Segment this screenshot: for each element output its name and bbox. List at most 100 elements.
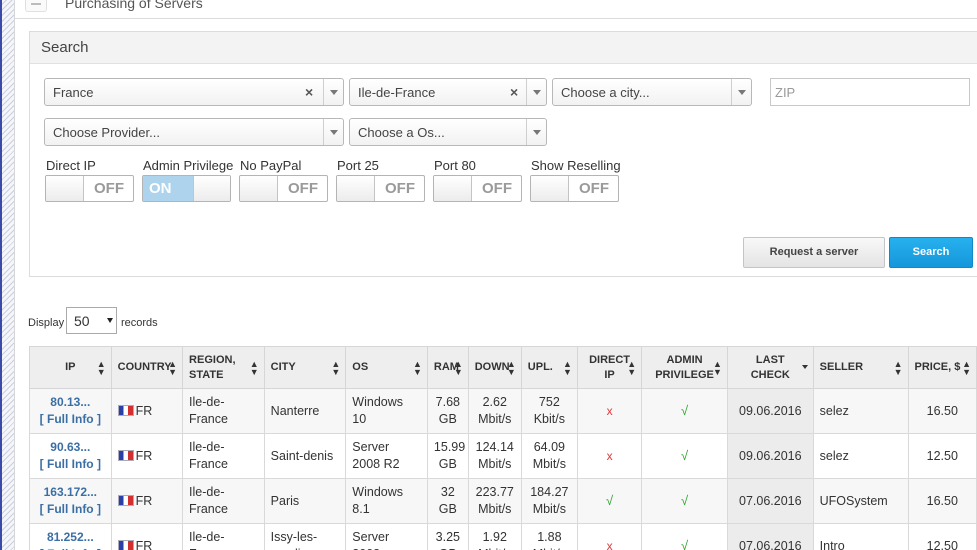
france-flag-icon	[117, 404, 134, 416]
seller-cell: Intro	[812, 523, 909, 550]
region-cell: Ile-de-France	[182, 523, 265, 550]
window-left-border	[0, 0, 2, 550]
sort-icon: ▲ ▼	[96, 358, 106, 377]
region-cell: Ile-de-France	[182, 388, 265, 434]
column-header-region[interactable]: REGION, STATE ▲ ▼	[182, 346, 265, 389]
column-header-admin-privilege[interactable]: ADMIN PRIVILEGE ▲ ▼	[641, 346, 728, 389]
records-count-select[interactable]: 50	[66, 307, 117, 334]
column-header-price[interactable]: PRICE, $ ▲ ▼	[907, 346, 977, 389]
check-icon: √	[680, 448, 689, 463]
ip-link[interactable]: 90.63...	[36, 439, 105, 456]
table-row: 80.13...[ Full Info ] FR Ile-de- France Nant…	[29, 388, 977, 434]
os-placeholder: Choose a Os...	[358, 125, 445, 140]
column-header-city[interactable]: CITY ▲ ▼	[263, 346, 347, 389]
no-paypal-label: No PayPal	[240, 158, 302, 173]
chevron-down-icon[interactable]	[323, 119, 343, 145]
city-select[interactable]: Choose a city...	[552, 78, 752, 106]
clear-country-icon[interactable]: ×	[305, 84, 313, 100]
down-cell: 124.14 Mbit/s	[467, 433, 522, 479]
price-cell: 12.50	[907, 523, 977, 550]
seller-cell: selez	[812, 388, 909, 434]
full-info-link[interactable]: [ Full Info ]	[36, 546, 105, 550]
column-header-ram[interactable]: RAM ▲ ▼	[426, 346, 469, 389]
check-icon: √	[680, 493, 689, 508]
toggle-state: OFF	[579, 180, 609, 197]
column-header-direct-ip[interactable]: DIRECT IP ▲ ▼	[576, 346, 643, 389]
port-25-toggle[interactable]: OFF	[336, 175, 425, 202]
direct-ip-toggle[interactable]: OFF	[45, 175, 134, 202]
down-cell: 223.77 Mbit/s	[467, 478, 522, 524]
ip-link[interactable]: 81.252...	[36, 529, 105, 546]
ram-cell: 15.99 GB	[426, 433, 469, 479]
column-header-upload[interactable]: UPL. ▲ ▼	[520, 346, 578, 389]
seller-cell: selez	[812, 433, 909, 479]
column-header-country[interactable]: COUNTRY ▲ ▼	[110, 346, 184, 389]
column-header-os[interactable]: OS ▲ ▼	[345, 346, 428, 389]
provider-select[interactable]: Choose Provider...	[44, 118, 344, 146]
chevron-down-icon[interactable]	[731, 79, 751, 105]
sort-icon: ▲ ▼	[627, 358, 637, 377]
servers-table: IP ▲ ▼ COUNTRY ▲ ▼ REGION, STATE ▲ ▼ CITY ▲ ▼ OS ▲…	[29, 346, 977, 550]
cross-icon: x	[606, 448, 613, 463]
table-row: 163.172...[ Full Info ] FR Ile-de- France Pa…	[29, 478, 977, 524]
region-cell: Ile-de-France	[182, 478, 265, 524]
city-cell: Issy-les-moulineaux	[263, 523, 347, 550]
chevron-down-icon[interactable]	[526, 119, 546, 145]
sort-icon: ▲ ▼	[713, 358, 722, 377]
show-reselling-toggle[interactable]: OFF	[530, 175, 619, 202]
records-count-value: 50	[74, 313, 90, 329]
ram-cell: 7.68 GB	[426, 388, 469, 434]
os-select[interactable]: Choose a Os...	[349, 118, 547, 146]
search-button[interactable]: Search	[889, 237, 973, 268]
sort-icon: ▲ ▼	[249, 358, 259, 377]
admin-privilege-toggle[interactable]: ON	[142, 175, 231, 202]
column-header-seller[interactable]: SELLER ▲ ▼	[812, 346, 909, 389]
ip-cell: 163.172...[ Full Info ]	[29, 478, 112, 524]
check-icon: √	[605, 493, 614, 508]
menu-icon[interactable]	[25, 0, 47, 12]
region-value: Ile-de-France	[358, 85, 436, 100]
zip-input[interactable]	[770, 78, 970, 106]
country-select[interactable]: France ×	[44, 78, 344, 106]
sort-icon: ▲ ▼	[962, 358, 971, 377]
column-header-last-check[interactable]: LAST CHECK	[726, 346, 814, 389]
provider-placeholder: Choose Provider...	[53, 125, 160, 140]
records-label: records	[121, 317, 158, 329]
sort-desc-icon	[801, 364, 808, 369]
ip-link[interactable]: 80.13...	[36, 394, 105, 411]
country-cell: FR	[110, 433, 184, 479]
column-header-ip[interactable]: IP ▲ ▼	[29, 346, 112, 389]
direct-ip-cell: x	[576, 433, 643, 479]
column-header-down[interactable]: DOWN ▲ ▼	[467, 346, 522, 389]
country-cell: FR	[110, 478, 184, 524]
region-select[interactable]: Ile-de-France ×	[349, 78, 547, 106]
ip-link[interactable]: 163.172...	[36, 484, 105, 501]
cross-icon: x	[606, 538, 613, 550]
chevron-down-icon[interactable]	[323, 79, 343, 105]
clear-region-icon[interactable]: ×	[510, 84, 518, 100]
sort-icon: ▲ ▼	[563, 358, 572, 377]
port-80-toggle[interactable]: OFF	[433, 175, 522, 202]
price-cell: 16.50	[907, 388, 977, 434]
sort-icon: ▲ ▼	[506, 358, 516, 377]
down-cell: 1.92Mbit/s	[467, 523, 522, 550]
table-row: 90.63...[ Full Info ] FR Ile-de- France Sain…	[29, 433, 977, 479]
region-cell: Ile-de-France	[182, 433, 265, 479]
sort-icon: ▲ ▼	[331, 358, 341, 377]
sort-icon: ▲ ▼	[413, 358, 422, 377]
toggle-state: OFF	[385, 180, 415, 197]
full-info-link[interactable]: [ Full Info ]	[36, 411, 105, 428]
toggle-state: OFF	[482, 180, 512, 197]
page-title: Purchasing of Servers	[65, 0, 203, 11]
admin-privilege-cell: √	[641, 388, 728, 434]
down-cell: 2.62 Mbit/s	[467, 388, 522, 434]
no-paypal-toggle[interactable]: OFF	[239, 175, 328, 202]
request-server-button[interactable]: Request a server	[743, 237, 885, 268]
toggle-state: OFF	[94, 180, 124, 197]
admin-privilege-cell: √	[641, 523, 728, 550]
full-info-link[interactable]: [ Full Info ]	[36, 501, 105, 518]
city-cell: Paris	[263, 478, 347, 524]
full-info-link[interactable]: [ Full Info ]	[36, 456, 105, 473]
france-flag-icon	[117, 449, 134, 461]
chevron-down-icon[interactable]	[526, 79, 546, 105]
